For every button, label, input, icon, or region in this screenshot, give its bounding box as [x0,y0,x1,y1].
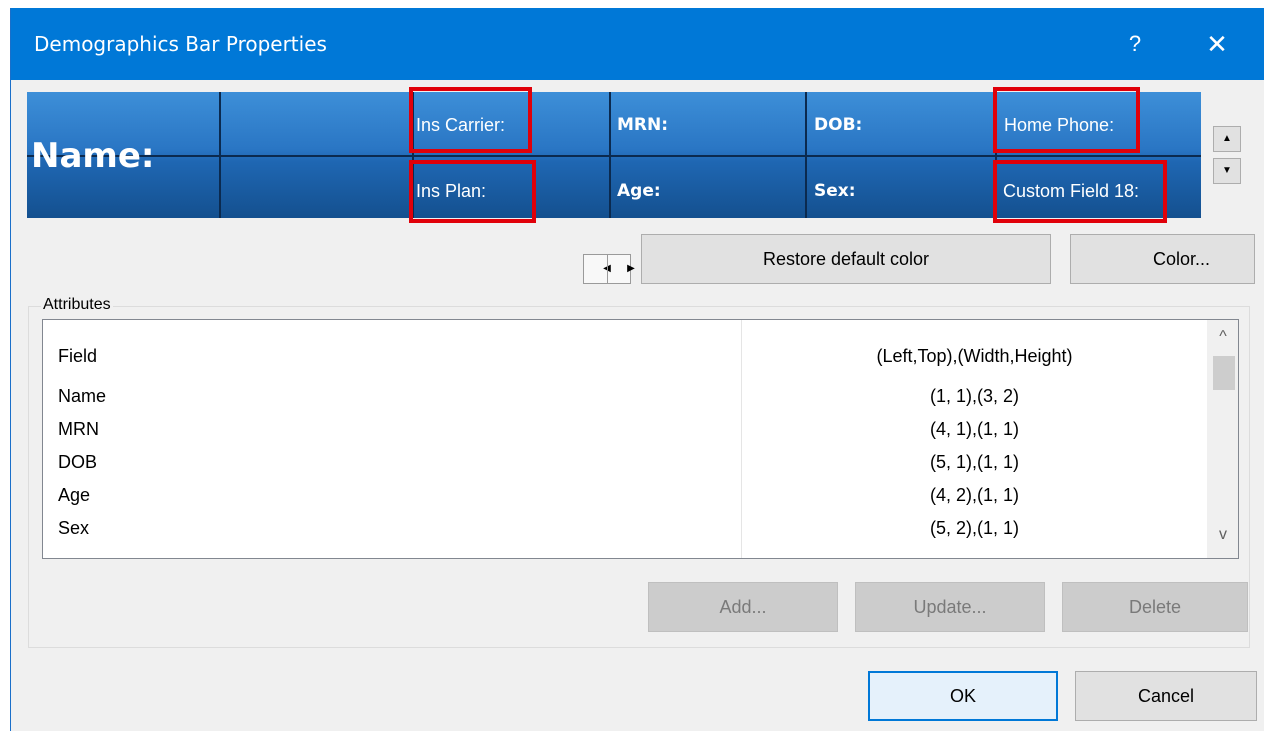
horizontal-move-control: ◀ ▶ [583,254,635,284]
list-item[interactable]: Name (1, 1),(3, 2) [43,384,1207,410]
dob-field-preview[interactable]: DOB: [814,115,862,135]
attributes-group-label: Attributes [41,296,113,314]
list-item[interactable]: DOB (5, 1),(1, 1) [43,450,1207,476]
field-cell: DOB [58,452,98,472]
move-right-button[interactable]: ▶ [608,255,635,283]
sex-field-preview[interactable]: Sex: [814,181,856,201]
position-cell: (4, 2),(1, 1) [929,485,1020,505]
highlight-ins-carrier [409,87,532,153]
add-button[interactable]: Add... [648,582,838,632]
list-item[interactable]: Sex (5, 2),(1, 1) [43,516,1207,542]
close-button[interactable]: ✕ [1197,26,1237,62]
attributes-list[interactable]: Field (Left,Top),(Width,Height) Name (1,… [42,319,1239,559]
vertical-scrollbar[interactable]: ^ v [1207,320,1238,558]
age-field-preview[interactable]: Age: [617,181,661,201]
triangle-up-icon: ▲ [1222,133,1232,144]
highlight-ins-plan [409,160,536,223]
position-cell: (5, 2),(1, 1) [929,518,1020,538]
title-bar: Demographics Bar Properties ? ✕ [11,8,1264,80]
update-button[interactable]: Update... [855,582,1045,632]
column-divider [805,92,807,218]
position-column-header[interactable]: (Left,Top),(Width,Height) [742,346,1207,367]
field-cell: Sex [58,518,90,538]
delete-button[interactable]: Delete [1062,582,1248,632]
triangle-right-icon: ▶ [627,263,635,274]
scroll-up-icon[interactable]: ^ [1207,328,1238,352]
scroll-thumb[interactable] [1213,356,1235,390]
column-divider [609,92,611,218]
scroll-down-icon[interactable]: v [1207,526,1238,550]
cancel-button[interactable]: Cancel [1075,671,1257,721]
position-cell: (4, 1),(1, 1) [929,419,1020,439]
move-left-button[interactable]: ◀ [584,255,611,283]
mrn-field-preview[interactable]: MRN: [617,115,668,135]
ok-button[interactable]: OK [868,671,1058,721]
field-column-header[interactable]: Field [58,346,97,367]
list-item[interactable]: MRN (4, 1),(1, 1) [43,417,1207,443]
list-item[interactable]: Age (4, 2),(1, 1) [43,483,1207,509]
restore-default-color-button[interactable]: Restore default color [641,234,1051,284]
dialog-title: Demographics Bar Properties [34,32,327,56]
position-cell: (5, 1),(1, 1) [929,452,1020,472]
help-button[interactable]: ? [1115,26,1155,62]
triangle-down-icon: ▼ [1222,165,1232,176]
properties-dialog: Demographics Bar Properties ? ✕ Name: In… [10,8,1264,731]
move-up-button[interactable]: ▲ [1213,126,1241,152]
field-cell: Name [58,386,107,406]
row-divider [27,155,1201,157]
name-field-preview[interactable]: Name: [31,136,154,176]
field-cell: Age [58,485,91,505]
column-divider [219,92,221,218]
highlight-home-phone [993,87,1140,153]
highlight-custom-field [993,160,1167,223]
move-down-button[interactable]: ▼ [1213,158,1241,184]
position-cell: (1, 1),(3, 2) [929,386,1020,406]
color-button[interactable]: Color... [1070,234,1255,284]
field-cell: MRN [58,419,99,439]
